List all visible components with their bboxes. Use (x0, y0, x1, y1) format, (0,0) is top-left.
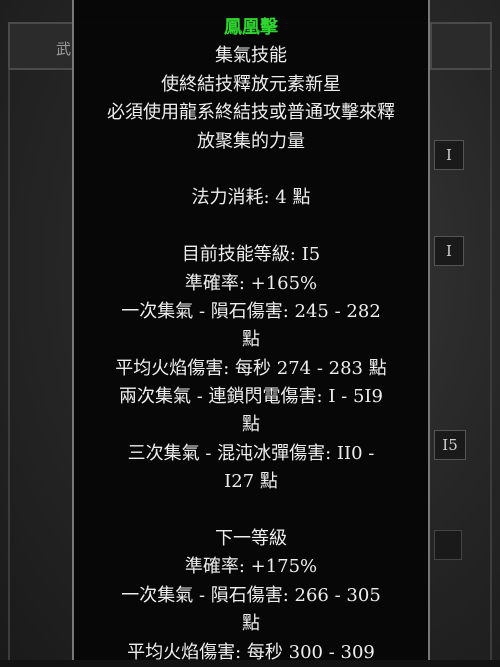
tab-divider (430, 22, 432, 70)
skill-level-slot[interactable]: I (434, 140, 464, 170)
next-attack-rating: 準確率: +175% (184, 556, 318, 578)
panel-border-left (8, 70, 10, 660)
panel-border-right (490, 70, 492, 660)
skill-description-line: 必須使用龍系終結技或普通攻擊來釋 (107, 102, 395, 124)
current-charge2-damage: 兩次集氣 - 連鎖閃電傷害: I - 5I9 (119, 386, 383, 408)
current-charge1-damage: 一次集氣 - 隕石傷害: 245 - 282 (121, 300, 381, 322)
skill-tooltip: 鳳凰擊 集氣技能 使終結技釋放元素新星 必須使用龍系終結技或普通攻擊來釋 放聚集… (72, 0, 430, 663)
skill-description-line: 使終結技釋放元素新星 (161, 73, 341, 95)
current-charge1-damage-unit: 點 (242, 329, 260, 351)
current-fire-damage: 平均火焰傷害: 每秒 274 - 283 點 (115, 357, 387, 379)
next-fire-damage: 平均火焰傷害: 每秒 300 - 309 (127, 641, 375, 663)
current-charge3-damage-cont: I27 點 (224, 471, 278, 493)
current-charge3-damage: 三次集氣 - 混沌冰彈傷害: II0 - (127, 442, 375, 464)
skill-level-slot[interactable]: I (434, 236, 464, 266)
next-charge1-damage: 一次集氣 - 隕石傷害: 266 - 305 (121, 584, 381, 606)
current-attack-rating: 準確率: +165% (184, 272, 318, 294)
next-level-header: 下一等級 (215, 528, 287, 550)
next-charge1-damage-unit: 點 (242, 613, 260, 635)
skill-description-line: 放聚集的力量 (197, 130, 305, 152)
skill-type: 集氣技能 (215, 45, 287, 67)
skill-name: 鳳凰擊 (224, 17, 278, 38)
skill-tab-label[interactable]: 武 (56, 38, 71, 59)
mana-cost: 法力消耗: 4 點 (191, 187, 311, 209)
skill-level-slot[interactable]: I5 (434, 430, 466, 460)
skill-slot-empty[interactable] (434, 530, 462, 560)
current-charge2-damage-unit: 點 (242, 414, 260, 436)
current-skill-level: 目前技能等級: I5 (181, 244, 321, 266)
